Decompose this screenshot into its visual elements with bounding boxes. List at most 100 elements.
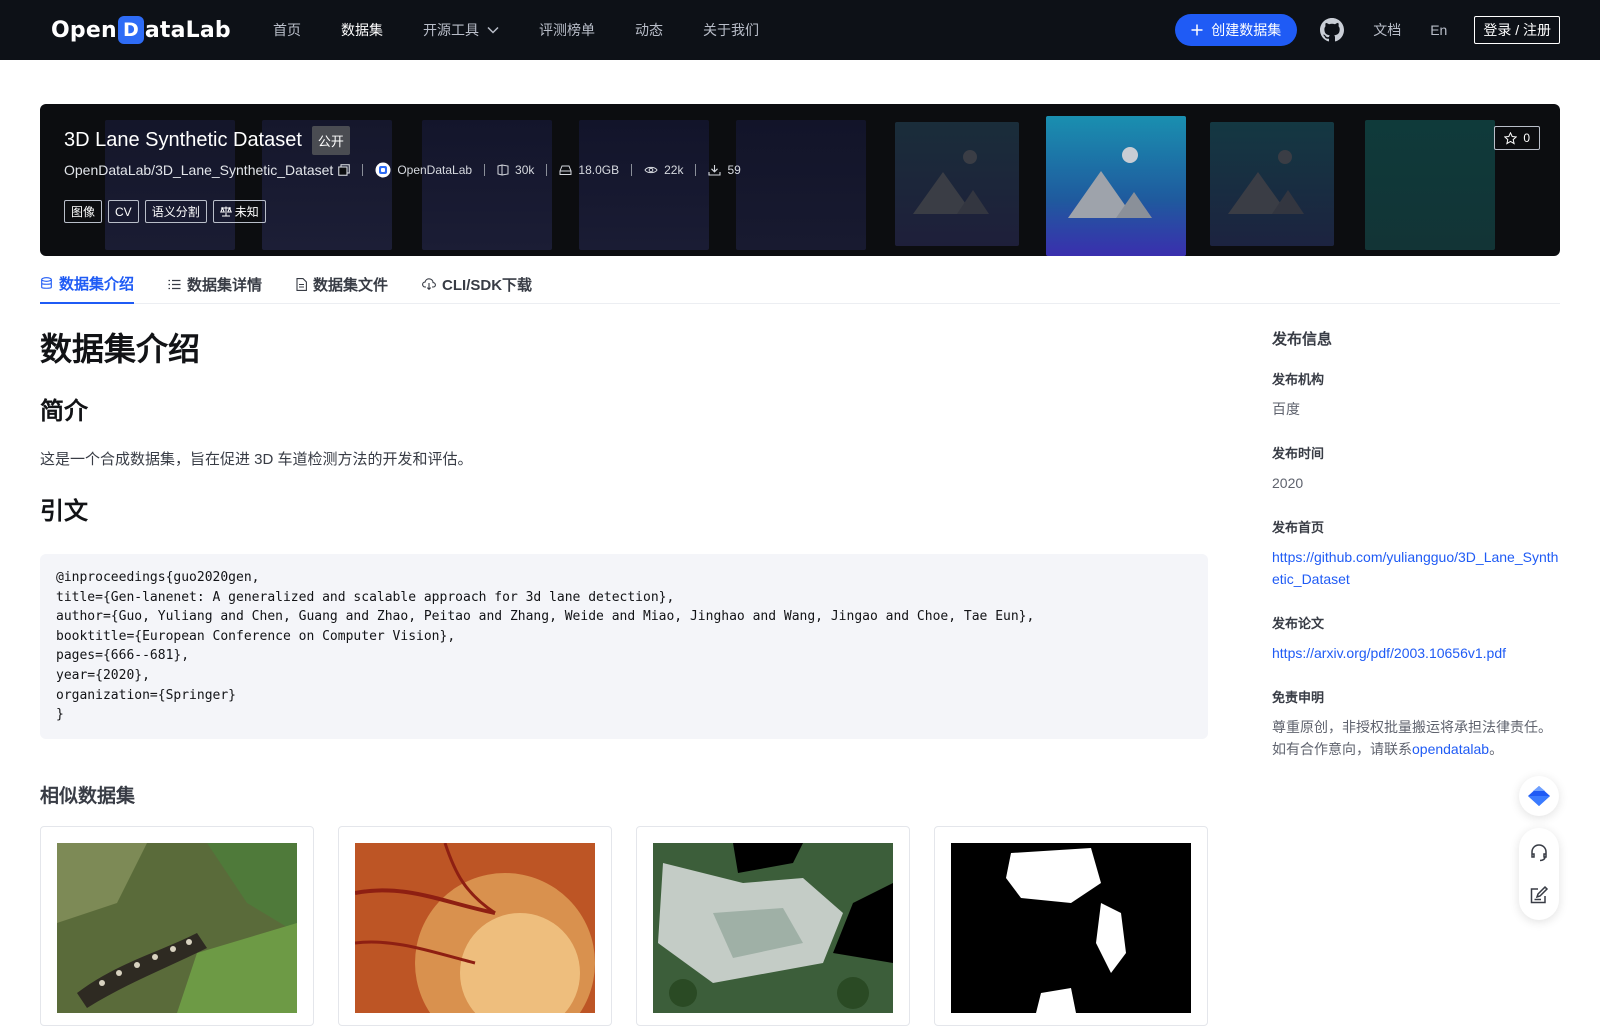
star-count: 0 — [1523, 131, 1530, 145]
tab-cli-sdk-download[interactable]: CLI/SDK下载 — [422, 264, 532, 304]
intro-heading: 简介 — [40, 398, 88, 425]
download-icon — [708, 165, 722, 176]
release-time-label: 发布时间 — [1272, 446, 1325, 461]
language-switch[interactable]: En — [1430, 22, 1447, 38]
nav-right: 创建数据集 文档 En 登录 / 注册 — [1175, 0, 1560, 60]
nav-open-source-tools[interactable]: 开源工具 — [423, 20, 499, 40]
login-register-button[interactable]: 登录 / 注册 — [1474, 16, 1560, 44]
github-icon[interactable] — [1320, 18, 1345, 42]
cloud-download-icon — [422, 278, 436, 290]
image-placeholder-icon — [1228, 150, 1304, 214]
tab-dataset-files-label: 数据集文件 — [313, 276, 389, 294]
similar-dataset-card[interactable] — [338, 825, 612, 1026]
hero-thumbnail — [895, 122, 1019, 246]
downloads-value: 59 — [727, 163, 741, 177]
main-nav: 首页 数据集 开源工具 评测榜单 动态 关于我们 — [273, 0, 799, 60]
nav-home[interactable]: 首页 — [273, 20, 301, 40]
disclaimer-prefix: 如有合作意向，请联系 — [1272, 741, 1412, 757]
visibility-badge: 公开 — [311, 126, 350, 155]
hero-thumbnail-selected — [1046, 116, 1186, 256]
citation-code-block: @inproceedings{guo2020gen, title={Gen-la… — [40, 554, 1208, 739]
nav-about-us[interactable]: 关于我们 — [703, 20, 759, 40]
dataset-meta: OpenDataLab/3D_Lane_Synthetic_Dataset Op… — [64, 162, 741, 178]
tab-dataset-intro-label: 数据集介绍 — [59, 275, 135, 293]
tab-dataset-details[interactable]: 数据集详情 — [168, 264, 262, 304]
disclaimer-text: 尊重原创，非授权批量搬运将承担法律责任。 如有合作意向，请联系opendatal… — [1272, 716, 1560, 760]
contact-link[interactable]: opendatalab — [1412, 741, 1489, 757]
dataset-path: OpenDataLab/3D_Lane_Synthetic_Dataset — [64, 162, 334, 178]
similar-dataset-card[interactable] — [636, 825, 910, 1026]
tab-dataset-files[interactable]: 数据集文件 — [296, 264, 388, 304]
hero-thumbnail — [736, 120, 866, 250]
citation-heading: 引文 — [40, 498, 88, 525]
hero-title-row: 3D Lane Synthetic Dataset 公开 — [64, 126, 350, 155]
image-placeholder-icon — [913, 150, 989, 214]
meta-org[interactable]: OpenDataLab — [375, 162, 472, 178]
hero-thumbnail — [579, 120, 709, 250]
star-button[interactable]: 0 — [1494, 126, 1540, 150]
copy-icon[interactable] — [338, 164, 351, 176]
chevron-down-icon — [487, 26, 499, 34]
tag-image[interactable]: 图像 — [64, 200, 103, 223]
views-value: 22k — [664, 163, 684, 177]
page-title: 数据集介绍 — [40, 331, 201, 367]
meta-divider — [695, 164, 697, 176]
feishu-widget-button[interactable] — [1519, 776, 1559, 816]
paper-link[interactable]: https://arxiv.org/pdf/2003.10656v1.pdf — [1272, 642, 1560, 664]
dataset-title: 3D Lane Synthetic Dataset — [64, 129, 302, 151]
similar-dataset-card[interactable] — [934, 825, 1208, 1026]
logo-text-datalab: ataLab — [144, 17, 231, 43]
homepage-label: 发布首页 — [1272, 520, 1325, 535]
dataset-thumbnail — [354, 842, 595, 1025]
disclaimer-line-2: 如有合作意向，请联系opendatalab。 — [1272, 738, 1560, 760]
intro-text: 这是一个合成数据集，旨在促进 3D 车道检测方法的开发和评估。 — [40, 451, 473, 468]
release-info-sidebar: 发布信息 发布机构 百度 发布时间 2020 发布首页 https://gith… — [1272, 326, 1560, 760]
org-avatar-icon — [375, 162, 391, 178]
homepage-link[interactable]: https://github.com/yuliangguo/3D_Lane_Sy… — [1272, 546, 1560, 590]
file-count-value: 30k — [515, 163, 535, 177]
feishu-icon — [1528, 786, 1550, 806]
nav-docs[interactable]: 文档 — [1373, 20, 1401, 40]
similar-dataset-card[interactable] — [40, 825, 314, 1026]
meta-views: 22k — [644, 163, 683, 177]
meta-divider — [546, 164, 548, 176]
tag-semantic-segmentation[interactable]: 语义分割 — [144, 200, 207, 223]
main-content: 数据集介绍 简介 这是一个合成数据集，旨在促进 3D 车道检测方法的开发和评估。… — [40, 326, 1208, 1026]
list-icon — [168, 279, 181, 289]
files-icon — [497, 164, 509, 176]
tag-cv[interactable]: CV — [108, 200, 139, 223]
dataset-thumbnail — [57, 842, 297, 1013]
feedback-edit-icon[interactable] — [1529, 885, 1549, 905]
eye-icon — [644, 166, 658, 174]
dataset-thumbnail — [653, 842, 893, 1013]
floating-toolbar — [1519, 828, 1559, 920]
database-icon — [41, 276, 52, 289]
publisher-value: 百度 — [1272, 401, 1300, 417]
image-placeholder-icon — [1068, 147, 1152, 218]
publisher-label: 发布机构 — [1272, 372, 1325, 387]
meta-divider — [631, 164, 633, 176]
similar-datasets-heading: 相似数据集 — [40, 785, 136, 807]
hero-thumbnail — [1365, 120, 1495, 250]
tab-dataset-intro[interactable]: 数据集介绍 — [40, 264, 135, 304]
meta-divider — [362, 164, 364, 176]
license-value: 未知 — [234, 205, 259, 219]
opendatalab-logo[interactable]: Open D ataLab — [51, 14, 231, 46]
scale-icon — [219, 206, 232, 217]
dataset-tags: 图像 CV 语义分割 未知 — [64, 200, 266, 223]
dataset-hero-banner: 3D Lane Synthetic Dataset 公开 OpenDataLab… — [40, 104, 1560, 256]
meta-downloads: 59 — [708, 163, 741, 177]
hero-thumbnail — [1210, 122, 1334, 246]
storage-icon — [559, 165, 572, 175]
tag-license[interactable]: 未知 — [212, 200, 266, 223]
create-dataset-button[interactable]: 创建数据集 — [1175, 14, 1298, 46]
customer-service-icon[interactable] — [1529, 843, 1549, 863]
nav-news[interactable]: 动态 — [635, 20, 663, 40]
nav-leaderboard[interactable]: 评测榜单 — [539, 20, 595, 40]
logo-mark: D — [117, 16, 144, 44]
create-dataset-label: 创建数据集 — [1211, 22, 1282, 38]
meta-divider — [484, 164, 486, 176]
disclaimer-label: 免责申明 — [1272, 690, 1325, 705]
dataset-thumbnail — [951, 842, 1191, 1013]
nav-datasets[interactable]: 数据集 — [341, 20, 383, 40]
